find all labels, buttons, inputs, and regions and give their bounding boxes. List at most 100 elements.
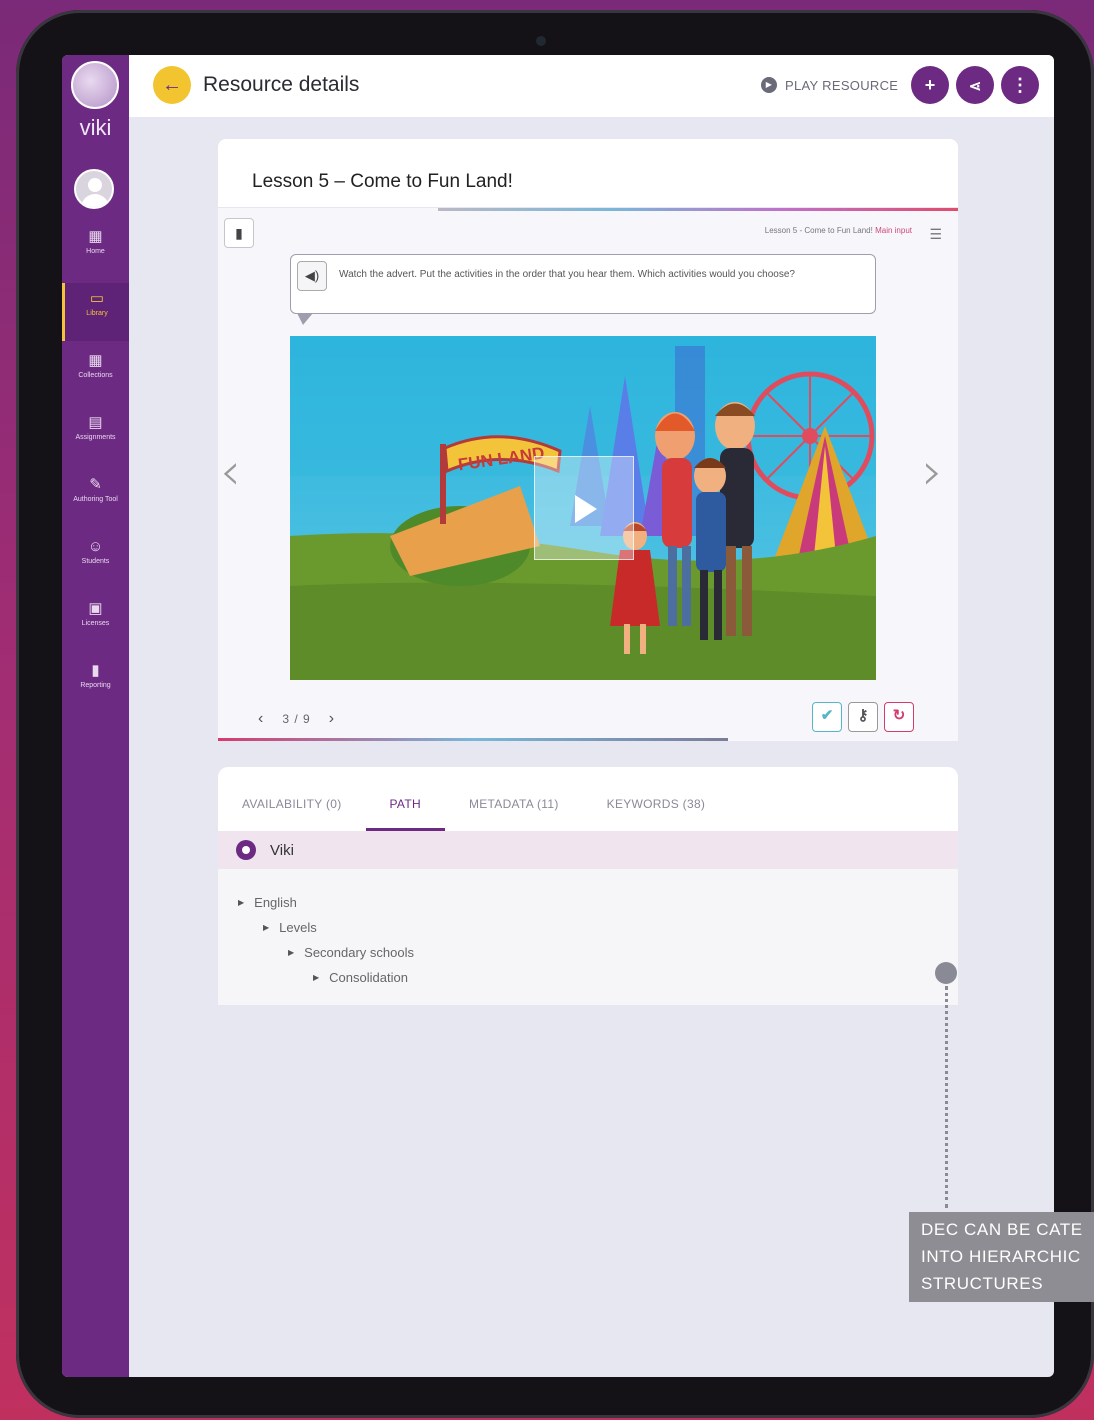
- app-screen: viki ▦ Home ▭ Library ▦ Collections ▤ Assignmen…: [62, 55, 1054, 1377]
- tree-item[interactable]: ▶ Secondary schools: [288, 945, 414, 960]
- annotation-callout: DEC CAN BE CATE INTO HIERARCHIC STRUCTUR…: [909, 1212, 1094, 1302]
- previous-slide-button[interactable]: ‹: [220, 442, 241, 502]
- tree-item-label: Levels: [279, 920, 317, 935]
- sidebar-item-assignments[interactable]: ▤ Assignments: [62, 407, 129, 465]
- play-resource-button[interactable]: ▶ PLAY RESOURCE: [761, 77, 898, 93]
- back-button[interactable]: ←: [153, 66, 191, 104]
- activity-breadcrumb: Lesson 5 - Come to Fun Land! Main input: [765, 226, 912, 235]
- sidebar-item-label: Authoring Tool: [73, 496, 118, 503]
- sidebar-item-home[interactable]: ▦ Home: [62, 221, 129, 279]
- tree-item[interactable]: ▶ Consolidation: [313, 970, 408, 985]
- tree-item-label: English: [254, 895, 297, 910]
- tree-item[interactable]: ▶ Levels: [263, 920, 317, 935]
- header: ← Resource details ▶ PLAY RESOURCE + ⋖ ⋮: [129, 55, 1054, 117]
- sidebar-item-label: Reporting: [80, 682, 111, 689]
- annotation-line-1: DEC CAN BE CATE: [921, 1220, 1083, 1239]
- key-icon: ⚷: [857, 707, 869, 724]
- sidebar-item-authoring-tool[interactable]: ✎ Authoring Tool: [62, 469, 129, 527]
- check-icon: ✔: [820, 707, 834, 724]
- sidebar-item-licenses[interactable]: ▣ Licenses: [62, 593, 129, 651]
- sidebar-item-label: Collections: [78, 372, 113, 379]
- caret-right-icon: ▶: [313, 973, 320, 982]
- caret-right-icon: ▶: [288, 948, 295, 957]
- caret-right-icon: ▶: [238, 898, 245, 907]
- chevron-left-icon[interactable]: ‹: [258, 710, 264, 728]
- speaker-icon[interactable]: ◀): [297, 261, 327, 291]
- play-icon: [575, 495, 597, 523]
- video-thumbnail[interactable]: FUN LAND: [290, 336, 876, 680]
- viki-root-icon: [236, 840, 256, 860]
- students-icon: ☺: [87, 538, 104, 555]
- annotation-line: [945, 986, 948, 1208]
- sidebar-item-collections[interactable]: ▦ Collections: [62, 345, 129, 403]
- add-icon: +: [924, 75, 936, 95]
- tab-keywords[interactable]: KEYWORDS (38): [583, 767, 730, 831]
- activity-breadcrumb-text: Lesson 5 - Come to Fun Land!: [764, 226, 873, 235]
- sidebar-item-label: Assignments: [75, 434, 116, 441]
- play-video-button[interactable]: [534, 456, 634, 560]
- palette-icon: ✎: [89, 476, 102, 493]
- activity-tools: ✔ ⚷ ↻: [812, 702, 914, 732]
- hamburger-icon[interactable]: ☰: [929, 226, 942, 243]
- collections-icon: ▦: [88, 352, 103, 369]
- tree-item[interactable]: ▶ English: [238, 895, 297, 910]
- viki-logo[interactable]: [71, 61, 119, 109]
- brand-name: viki: [79, 115, 112, 140]
- check-answer-button[interactable]: ✔: [812, 702, 842, 732]
- sidebar-item-reporting[interactable]: ▮ Reporting: [62, 655, 129, 713]
- sidebar-item-label: Library: [86, 310, 108, 317]
- page-title: Resource details: [203, 73, 360, 96]
- annotation-line-3: STRUCTURES: [921, 1274, 1044, 1293]
- lesson-card: Lesson 5 – Come to Fun Land! ▮ Lesson 5 …: [218, 139, 958, 741]
- tab-path[interactable]: PATH: [365, 767, 445, 831]
- show-answer-button[interactable]: ⚷: [848, 702, 878, 732]
- avatar[interactable]: [74, 169, 114, 209]
- sidebar-item-label: Students: [81, 558, 110, 565]
- tree-item-label: Consolidation: [329, 970, 408, 985]
- sidebar: viki ▦ Home ▭ Library ▦ Collections ▤ Assignmen…: [62, 55, 129, 1377]
- tab-availability[interactable]: AVAILABILITY (0): [218, 767, 366, 831]
- sidebar-item-library[interactable]: ▭ Library: [62, 283, 129, 341]
- progress-bottom-line: [218, 738, 728, 741]
- play-resource-label: PLAY RESOURCE: [785, 77, 899, 93]
- caret-right-icon: ▶: [263, 923, 270, 932]
- retry-icon: ↻: [892, 707, 906, 724]
- more-icon: ⋮: [1011, 75, 1029, 95]
- library-icon: ▭: [89, 290, 105, 307]
- annotation-dot: [935, 962, 957, 984]
- slide-pager: ‹ 3 / 9 ›: [258, 710, 335, 728]
- next-slide-button[interactable]: ›: [922, 442, 943, 502]
- activity-breadcrumb-link[interactable]: Main input: [875, 226, 912, 235]
- instruction-bubble: ◀) Watch the advert. Put the activities …: [290, 254, 876, 325]
- path-root-label: Viki: [270, 841, 294, 859]
- tab-bar: AVAILABILITY (0) PATH METADATA (11) KEYWORD…: [218, 767, 958, 831]
- path-tree: ▶ English ▶ Levels ▶ Secondary schools ▶ Consol…: [218, 869, 958, 1005]
- pager-text: 3 / 9: [282, 712, 311, 726]
- book-icon[interactable]: ▮: [224, 218, 254, 248]
- sidebar-item-label: Home: [86, 248, 105, 255]
- progress-line: [438, 208, 958, 211]
- chevron-right-icon[interactable]: ›: [329, 710, 335, 728]
- path-root[interactable]: Viki: [218, 831, 958, 869]
- tree-item-label: Secondary schools: [304, 945, 414, 960]
- assignments-icon: ▤: [88, 414, 103, 431]
- add-button[interactable]: +: [911, 66, 949, 104]
- sidebar-item-students[interactable]: ☺ Students: [62, 531, 129, 589]
- arrow-left-icon: ←: [162, 74, 182, 96]
- details-card: AVAILABILITY (0) PATH METADATA (11) KEYWORD…: [218, 767, 958, 1005]
- camera-icon: [536, 36, 546, 46]
- reporting-icon: ▮: [91, 662, 100, 679]
- play-icon: ▶: [761, 77, 777, 93]
- more-button[interactable]: ⋮: [1001, 66, 1039, 104]
- sidebar-item-label: Licenses: [81, 620, 110, 627]
- activity-preview: ▮ Lesson 5 - Come to Fun Land! Main inpu…: [218, 207, 958, 741]
- home-icon: ▦: [88, 228, 103, 245]
- licenses-icon: ▣: [88, 600, 103, 617]
- retry-button[interactable]: ↻: [884, 702, 914, 732]
- lesson-title: Lesson 5 – Come to Fun Land!: [252, 171, 513, 192]
- instruction-text: Watch the advert. Put the activities in …: [339, 269, 795, 280]
- tab-metadata[interactable]: METADATA (11): [445, 767, 583, 831]
- share-icon: ⋖: [968, 78, 982, 95]
- annotation-line-2: INTO HIERARCHIC: [921, 1247, 1081, 1266]
- share-button[interactable]: ⋖: [956, 66, 994, 104]
